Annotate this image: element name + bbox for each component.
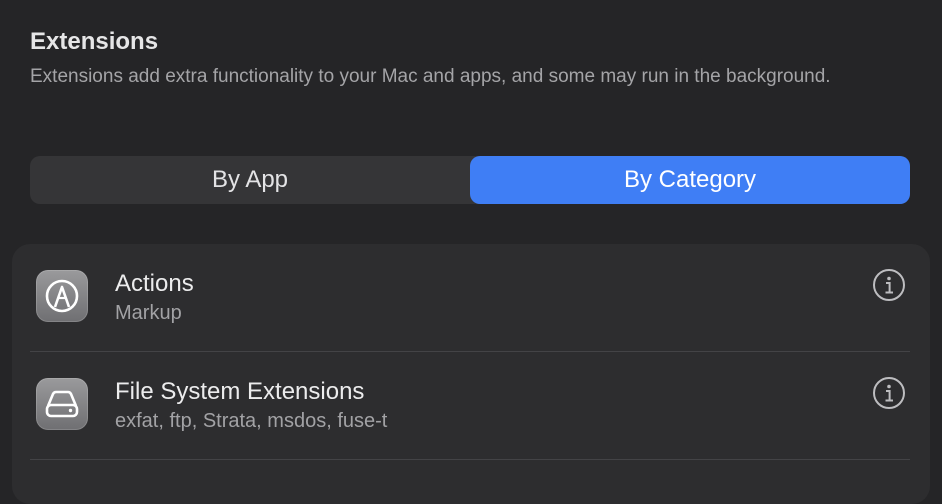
list-item-subtitle: exfat, ftp, Strata, msdos, fuse-t [115, 410, 388, 432]
list-item-title: Actions [115, 270, 194, 297]
info-icon[interactable] [872, 268, 906, 302]
by-category-segment[interactable]: By Category [470, 156, 910, 204]
list-item-actions[interactable]: Actions Markup [12, 244, 930, 352]
extensions-header: Extensions Extensions add extra function… [30, 27, 910, 90]
markup-pen-icon [36, 270, 88, 322]
by-app-segment[interactable]: By App [30, 156, 470, 204]
row-divider [30, 459, 910, 460]
drive-icon [36, 378, 88, 430]
page-title: Extensions [30, 28, 159, 55]
view-mode-segmented-control[interactable]: By App By Category [30, 156, 910, 204]
list-item-title: File System Extensions [115, 378, 365, 405]
list-item-subtitle: Markup [115, 302, 182, 324]
extensions-category-list: Actions Markup File System Extensions ex… [12, 244, 930, 504]
list-item-file-system-extensions[interactable]: File System Extensions exfat, ftp, Strat… [12, 352, 930, 460]
page-description: Extensions add extra functionality to yo… [30, 66, 831, 87]
info-icon[interactable] [872, 376, 906, 410]
